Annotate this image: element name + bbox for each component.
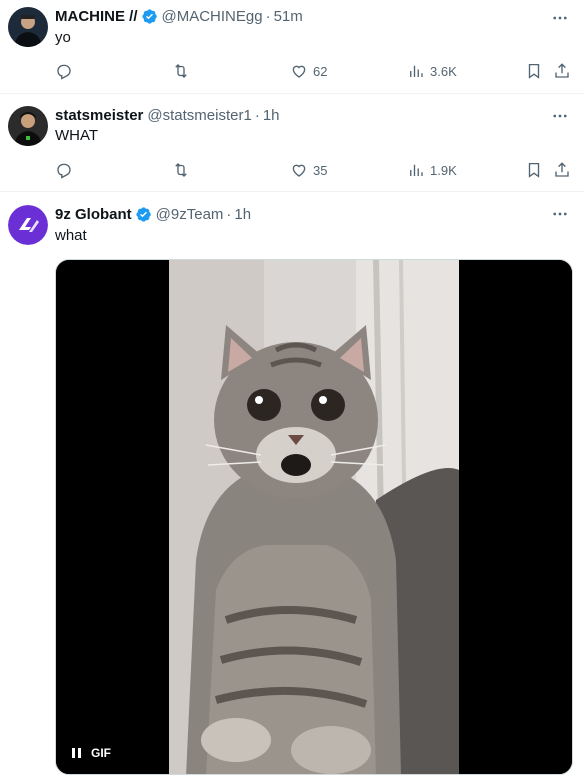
view-count: 3.6K [430, 63, 457, 79]
like-button[interactable]: 62 [290, 60, 327, 82]
heart-icon [292, 65, 306, 78]
separator: · [226, 205, 232, 223]
pause-icon[interactable] [72, 748, 81, 758]
reply-icon [57, 64, 71, 80]
avatar[interactable] [8, 205, 48, 245]
timestamp[interactable]: 51m [274, 8, 303, 25]
timestamp[interactable]: 1h [263, 107, 280, 124]
author-name[interactable]: MACHINE // [55, 8, 138, 25]
post[interactable]: statsmeister @statsmeister1 · 1h WHAT 35… [0, 94, 584, 192]
verified-badge-icon [141, 8, 158, 25]
post-text: what [55, 227, 87, 244]
avatar[interactable] [8, 106, 48, 146]
post[interactable]: MACHINE // @MACHINEgg · 51m yo 62 3.6K [0, 0, 584, 94]
separator: · [254, 106, 260, 124]
repost-icon [175, 64, 187, 78]
separator: · [265, 7, 271, 25]
bookmark-icon [528, 162, 540, 178]
gif-label: GIF [91, 746, 111, 760]
share-button[interactable] [553, 60, 571, 82]
repost-button[interactable] [172, 159, 190, 181]
more-options-icon[interactable] [550, 106, 570, 126]
views-icon [410, 164, 423, 176]
like-count: 35 [313, 162, 328, 178]
timestamp[interactable]: 1h [234, 206, 251, 223]
share-icon [555, 63, 569, 78]
action-bar: 62 3.6K [55, 60, 575, 82]
post-text: yo [55, 29, 71, 46]
post-text: WHAT [55, 127, 99, 144]
heart-icon [292, 164, 306, 177]
share-button[interactable] [553, 159, 571, 181]
avatar[interactable] [8, 7, 48, 47]
post[interactable]: 9z Globant @9zTeam · 1h what GIF [0, 192, 584, 779]
author-name[interactable]: 9z Globant [55, 206, 132, 223]
like-count: 62 [313, 63, 328, 79]
gif-controls[interactable]: GIF [72, 746, 111, 760]
surprised-cat-image [56, 260, 572, 774]
repost-icon [175, 163, 187, 177]
action-bar: 35 1.9K [55, 159, 575, 181]
view-count: 1.9K [430, 162, 457, 178]
reply-button[interactable] [55, 60, 73, 82]
author-handle[interactable]: @statsmeister1 [147, 107, 251, 124]
views-icon [410, 65, 423, 77]
repost-button[interactable] [172, 60, 190, 82]
verified-badge-icon [135, 206, 152, 223]
bookmark-button[interactable] [525, 60, 543, 82]
reply-button[interactable] [55, 159, 73, 181]
bookmark-button[interactable] [525, 159, 543, 181]
reply-icon [57, 163, 71, 179]
views-button[interactable]: 3.6K [407, 60, 457, 82]
like-button[interactable]: 35 [290, 159, 327, 181]
author-handle[interactable]: @9zTeam [156, 206, 224, 223]
share-icon [555, 162, 569, 177]
author-handle[interactable]: @MACHINEgg [162, 8, 263, 25]
gif-media[interactable]: GIF [55, 259, 573, 775]
author-name[interactable]: statsmeister [55, 107, 143, 124]
bookmark-icon [528, 63, 540, 79]
more-options-icon[interactable] [550, 204, 570, 224]
views-button[interactable]: 1.9K [407, 159, 457, 181]
more-options-icon[interactable] [550, 8, 570, 28]
